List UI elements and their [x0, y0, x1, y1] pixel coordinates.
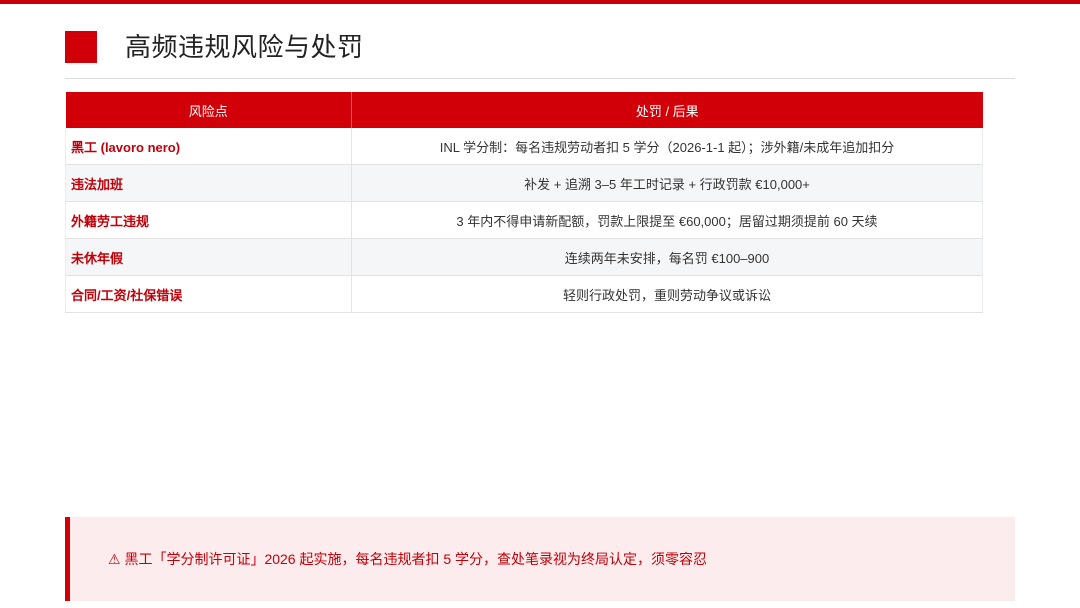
risk-cell: 违法加班 [65, 164, 352, 202]
table-row: 合同/工资/社保错误 轻则行政处罚，重则劳动争议或诉讼 [65, 275, 983, 313]
penalty-cell: 轻则行政处罚，重则劳动争议或诉讼 [351, 275, 983, 313]
title-accent-square [65, 31, 97, 63]
top-accent-bar [0, 0, 1080, 4]
table-row: 未休年假 连续两年未安排，每名罚 €100–900 [65, 238, 983, 276]
column-header-risk: 风险点 [65, 92, 352, 128]
risk-cell: 外籍劳工违规 [65, 201, 352, 239]
warning-callout: ⚠ 黑工「学分制许可证」2026 起实施，每名违规者扣 5 学分，查处笔录视为终… [65, 517, 1015, 601]
penalty-cell: 补发 + 追溯 3–5 年工时记录 + 行政罚款 €10,000+ [351, 164, 983, 202]
risk-cell: 黑工 (lavoro nero) [65, 128, 352, 165]
penalty-cell: 3 年内不得申请新配额，罚款上限提至 €60,000；居留过期须提前 60 天续 [351, 201, 983, 239]
slide: 高频违规风险与处罚 风险点 处罚 / 后果 黑工 (lavoro nero) I… [0, 0, 1080, 608]
risk-penalty-table: 风险点 处罚 / 后果 黑工 (lavoro nero) INL 学分制：每名违… [65, 92, 983, 313]
table-row: 外籍劳工违规 3 年内不得申请新配额，罚款上限提至 €60,000；居留过期须提… [65, 201, 983, 239]
table-row: 黑工 (lavoro nero) INL 学分制：每名违规劳动者扣 5 学分（2… [65, 128, 983, 165]
column-header-penalty: 处罚 / 后果 [351, 92, 983, 128]
table-header-row: 风险点 处罚 / 后果 [65, 92, 983, 128]
risk-cell: 未休年假 [65, 238, 352, 276]
penalty-cell: INL 学分制：每名违规劳动者扣 5 学分（2026-1-1 起）；涉外籍/未成… [351, 128, 983, 165]
page-title: 高频违规风险与处罚 [125, 33, 364, 63]
table-row: 违法加班 补发 + 追溯 3–5 年工时记录 + 行政罚款 €10,000+ [65, 164, 983, 202]
risk-cell: 合同/工资/社保错误 [65, 275, 352, 313]
penalty-cell: 连续两年未安排，每名罚 €100–900 [351, 238, 983, 276]
warning-text: ⚠ 黑工「学分制许可证」2026 起实施，每名违规者扣 5 学分，查处笔录视为终… [108, 551, 708, 567]
title-divider [65, 78, 1015, 79]
